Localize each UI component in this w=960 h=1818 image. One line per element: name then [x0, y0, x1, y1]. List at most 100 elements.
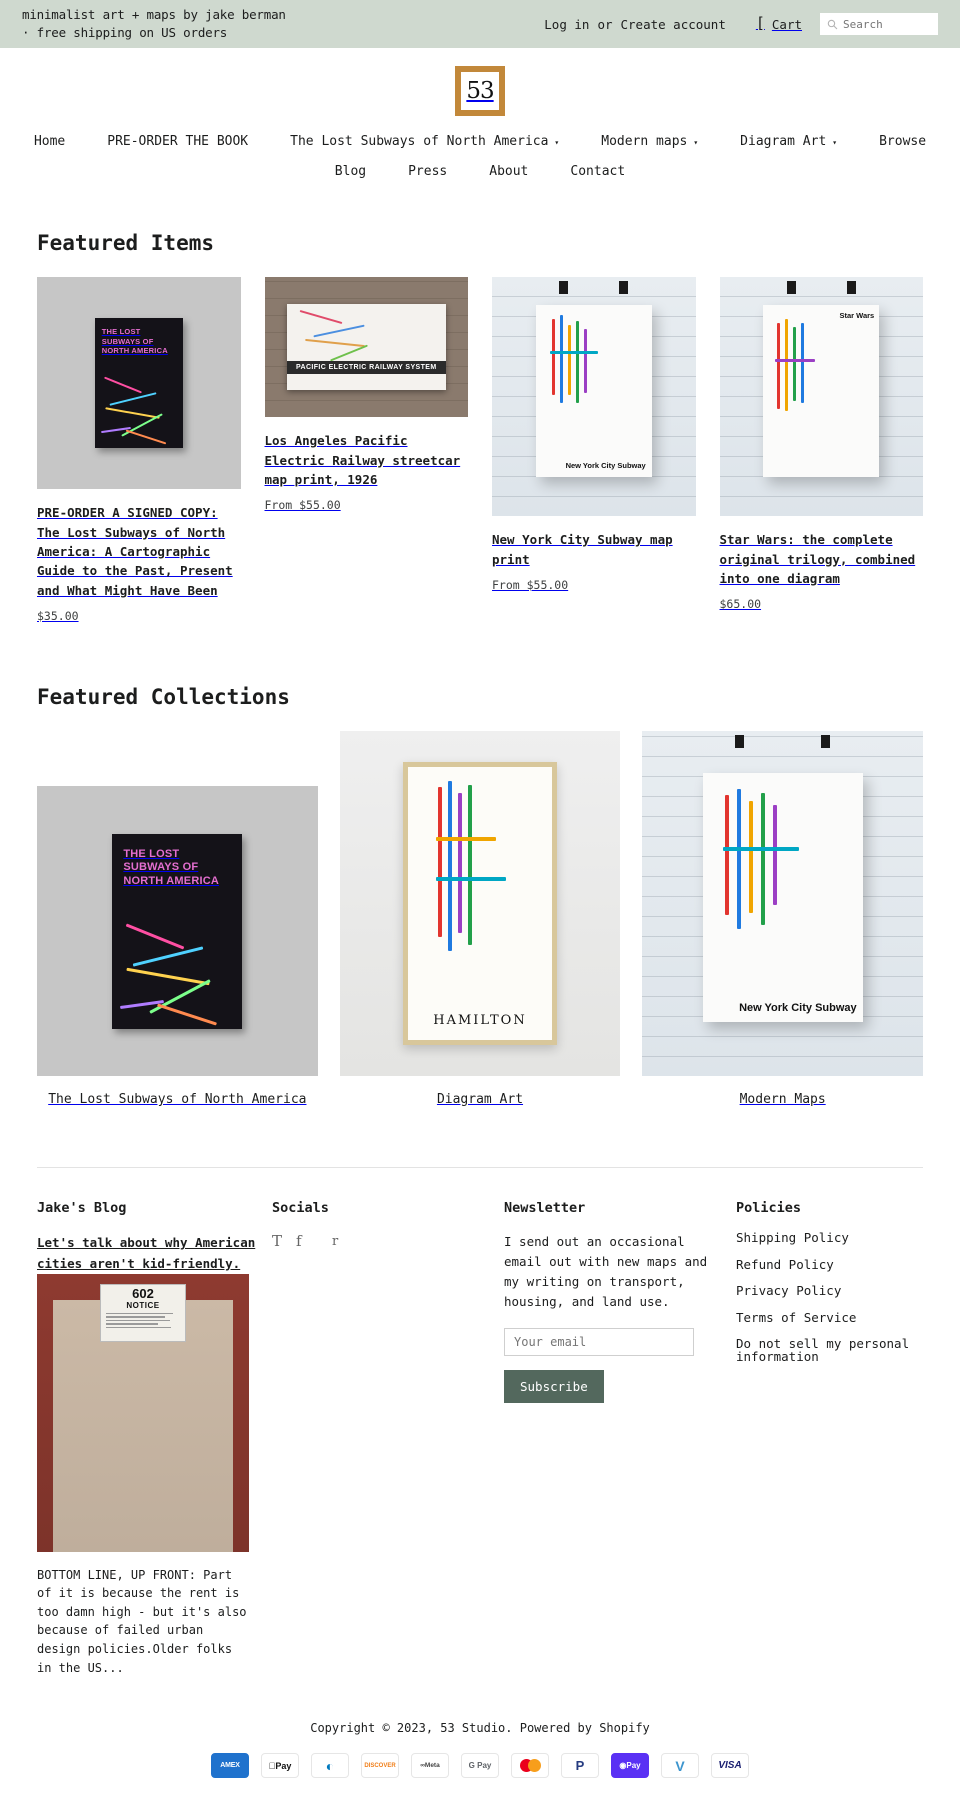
- nav-label: Modern maps: [601, 134, 688, 150]
- diners-club-icon: ◐: [311, 1753, 349, 1779]
- policy-link-privacy[interactable]: Privacy Policy: [736, 1285, 951, 1298]
- account-actions: Log in or Create account [ Cart: [540, 13, 938, 36]
- nav-label: Browse: [879, 134, 927, 150]
- nav-item-home[interactable]: Home: [13, 134, 86, 149]
- policy-link-shipping[interactable]: Shipping Policy: [736, 1232, 951, 1245]
- notice-sign: 602 NOTICE: [100, 1283, 186, 1342]
- nav-label: PRE-ORDER THE BOOK: [107, 134, 249, 150]
- site-logo[interactable]: 53: [455, 66, 505, 117]
- featured-collections-heading: Featured Collections: [37, 685, 290, 710]
- page-content: Featured Items THE LOST SUBWAYS OF NORTH…: [15, 231, 945, 1804]
- policy-link-terms[interactable]: Terms of Service: [736, 1311, 951, 1325]
- product-price: $35.00: [37, 609, 79, 624]
- nav-item-diagram-art[interactable]: Diagram Art ▾: [719, 134, 858, 149]
- product-card[interactable]: THE LOST SUBWAYS OF NORTH AMERICA PRE-OR…: [37, 277, 241, 623]
- nav-item-contact[interactable]: Contact: [549, 164, 646, 179]
- collection-image: THE LOST SUBWAYS OF NORTH AMERICA: [37, 786, 318, 1077]
- policy-link-refund[interactable]: Refund Policy: [736, 1258, 951, 1272]
- nav-item-about[interactable]: About: [468, 164, 549, 179]
- announcement-bar: minimalist art + maps by jake berman · f…: [0, 0, 960, 49]
- logo-container: 53: [0, 48, 960, 126]
- nav-item-preorder-the-book[interactable]: PRE-ORDER THE BOOK: [86, 134, 269, 149]
- star-wars-poster-art: Star Wars: [763, 304, 880, 477]
- instagram-icon[interactable]: r: [332, 1234, 356, 1249]
- policy-link-do-not-sell[interactable]: Do not sell my personal information: [736, 1337, 951, 1363]
- footer-column-policies: Policies Shipping Policy Refund Policy P…: [736, 1200, 951, 1677]
- featured-items-heading: Featured Items: [37, 231, 215, 256]
- nav-label: Blog: [334, 164, 367, 180]
- google-pay-icon: G Pay: [461, 1753, 499, 1779]
- map-caption: PACIFIC ELECTRIC RAILWAY SYSTEM: [295, 364, 437, 372]
- login-link[interactable]: Log in: [540, 17, 593, 32]
- book-cover-art: THE LOST SUBWAYS OF NORTH AMERICA: [94, 318, 183, 449]
- hamilton-word: HAMILTON: [433, 1013, 527, 1029]
- newsletter-email-input[interactable]: [504, 1328, 694, 1357]
- discover-icon: DISCOVER: [361, 1753, 399, 1779]
- main-navigation: Home PRE-ORDER THE BOOK The Lost Subways…: [0, 126, 960, 193]
- nav-row-secondary: Blog Press About Contact: [0, 164, 960, 179]
- collection-card[interactable]: THE LOST SUBWAYS OF NORTH AMERICA The Lo…: [37, 786, 318, 1107]
- nav-item-blog[interactable]: Blog: [314, 164, 387, 179]
- policies-heading: Policies: [736, 1200, 802, 1217]
- product-card[interactable]: PACIFIC ELECTRIC RAILWAY SYSTEM Los Ange…: [264, 277, 468, 512]
- newsletter-description: I send out an occasional email out with …: [504, 1234, 708, 1310]
- product-title: PRE-ORDER A SIGNED COPY: The Lost Subway…: [37, 505, 233, 598]
- paypal-icon: P: [561, 1753, 599, 1779]
- nav-label: Press: [408, 164, 448, 180]
- subscribe-button[interactable]: Subscribe: [504, 1370, 604, 1404]
- nav-item-browse[interactable]: Browse: [858, 134, 947, 149]
- search-input[interactable]: [843, 17, 931, 31]
- nav-label: Diagram Art: [740, 134, 827, 150]
- collection-name: The Lost Subways of North America: [48, 1092, 307, 1108]
- footer-bottom: Copyright © 2023, 53 Studio. Powered by …: [37, 1677, 923, 1804]
- blog-post-image[interactable]: 602 NOTICE: [37, 1273, 249, 1552]
- poster-caption: New York City Subway: [739, 1001, 857, 1014]
- product-title: New York City Subway map print: [492, 532, 673, 567]
- product-card[interactable]: Star Wars Star Wars: the complete origin…: [719, 277, 923, 612]
- nav-item-press[interactable]: Press: [387, 164, 468, 179]
- create-account-link[interactable]: Create account: [617, 17, 730, 32]
- product-image: THE LOST SUBWAYS OF NORTH AMERICA: [37, 277, 241, 490]
- payment-methods: AMEX Pay ◐ DISCOVER ∞Meta G Pay P ◉Pay …: [37, 1753, 923, 1779]
- site-footer: Jake's Blog Let's talk about why America…: [37, 1168, 923, 1804]
- poster-caption: Star Wars: [839, 310, 875, 320]
- chevron-down-icon: ▾: [832, 137, 838, 147]
- collection-name: Diagram Art: [436, 1092, 524, 1108]
- nav-label: About: [489, 164, 529, 180]
- product-image: New York City Subway: [492, 277, 696, 517]
- hamilton-diagram-art: HAMILTON: [402, 762, 558, 1046]
- blog-post-title[interactable]: Let's talk about why American cities are…: [37, 1235, 255, 1271]
- collection-image: New York City Subway: [642, 731, 923, 1077]
- product-title: Los Angeles Pacific Electric Railway str…: [264, 433, 461, 487]
- nav-item-modern-maps[interactable]: Modern maps ▾: [580, 134, 719, 149]
- featured-items-grid: THE LOST SUBWAYS OF NORTH AMERICA PRE-OR…: [37, 277, 923, 623]
- nav-label: Contact: [570, 164, 626, 180]
- logo-text: 53: [466, 78, 494, 105]
- blog-heading: Jake's Blog: [37, 1200, 127, 1217]
- newsletter-heading: Newsletter: [504, 1200, 586, 1217]
- product-card[interactable]: New York City Subway New York City Subwa…: [492, 277, 696, 592]
- nyc-subway-poster-art: New York City Subway: [702, 773, 863, 1022]
- collection-card[interactable]: HAMILTON Diagram Art: [339, 731, 621, 1108]
- book-cover-title: THE LOST SUBWAYS OF NORTH AMERICA: [101, 327, 168, 355]
- facebook-icon[interactable]: f: [296, 1232, 320, 1250]
- nyc-subway-poster-art: New York City Subway: [535, 304, 652, 477]
- search-box[interactable]: [820, 13, 938, 36]
- amex-icon: AMEX: [211, 1753, 249, 1779]
- featured-collections-grid: THE LOST SUBWAYS OF NORTH AMERICA The Lo…: [37, 731, 923, 1107]
- tumblr-icon[interactable]: T: [272, 1232, 296, 1250]
- nav-label: The Lost Subways of North America: [290, 134, 549, 150]
- chevron-down-icon: ▾: [693, 137, 699, 147]
- cart-link[interactable]: [ Cart: [756, 15, 802, 32]
- product-image: PACIFIC ELECTRIC RAILWAY SYSTEM: [264, 277, 468, 418]
- footer-column-blog: Jake's Blog Let's talk about why America…: [37, 1200, 272, 1677]
- visa-icon: VISA: [711, 1753, 749, 1779]
- product-price: $65.00: [719, 597, 762, 612]
- collection-name: Modern Maps: [739, 1092, 826, 1108]
- footer-column-socials: Socials T f r: [272, 1200, 504, 1677]
- poster-caption: New York City Subway: [565, 460, 646, 470]
- collection-card[interactable]: New York City Subway Modern Maps: [642, 731, 923, 1107]
- nav-item-lost-subways[interactable]: The Lost Subways of North America ▾: [269, 134, 580, 149]
- book-cover-title: THE LOST SUBWAYS OF NORTH AMERICA: [123, 847, 220, 888]
- cart-label: Cart: [771, 16, 802, 32]
